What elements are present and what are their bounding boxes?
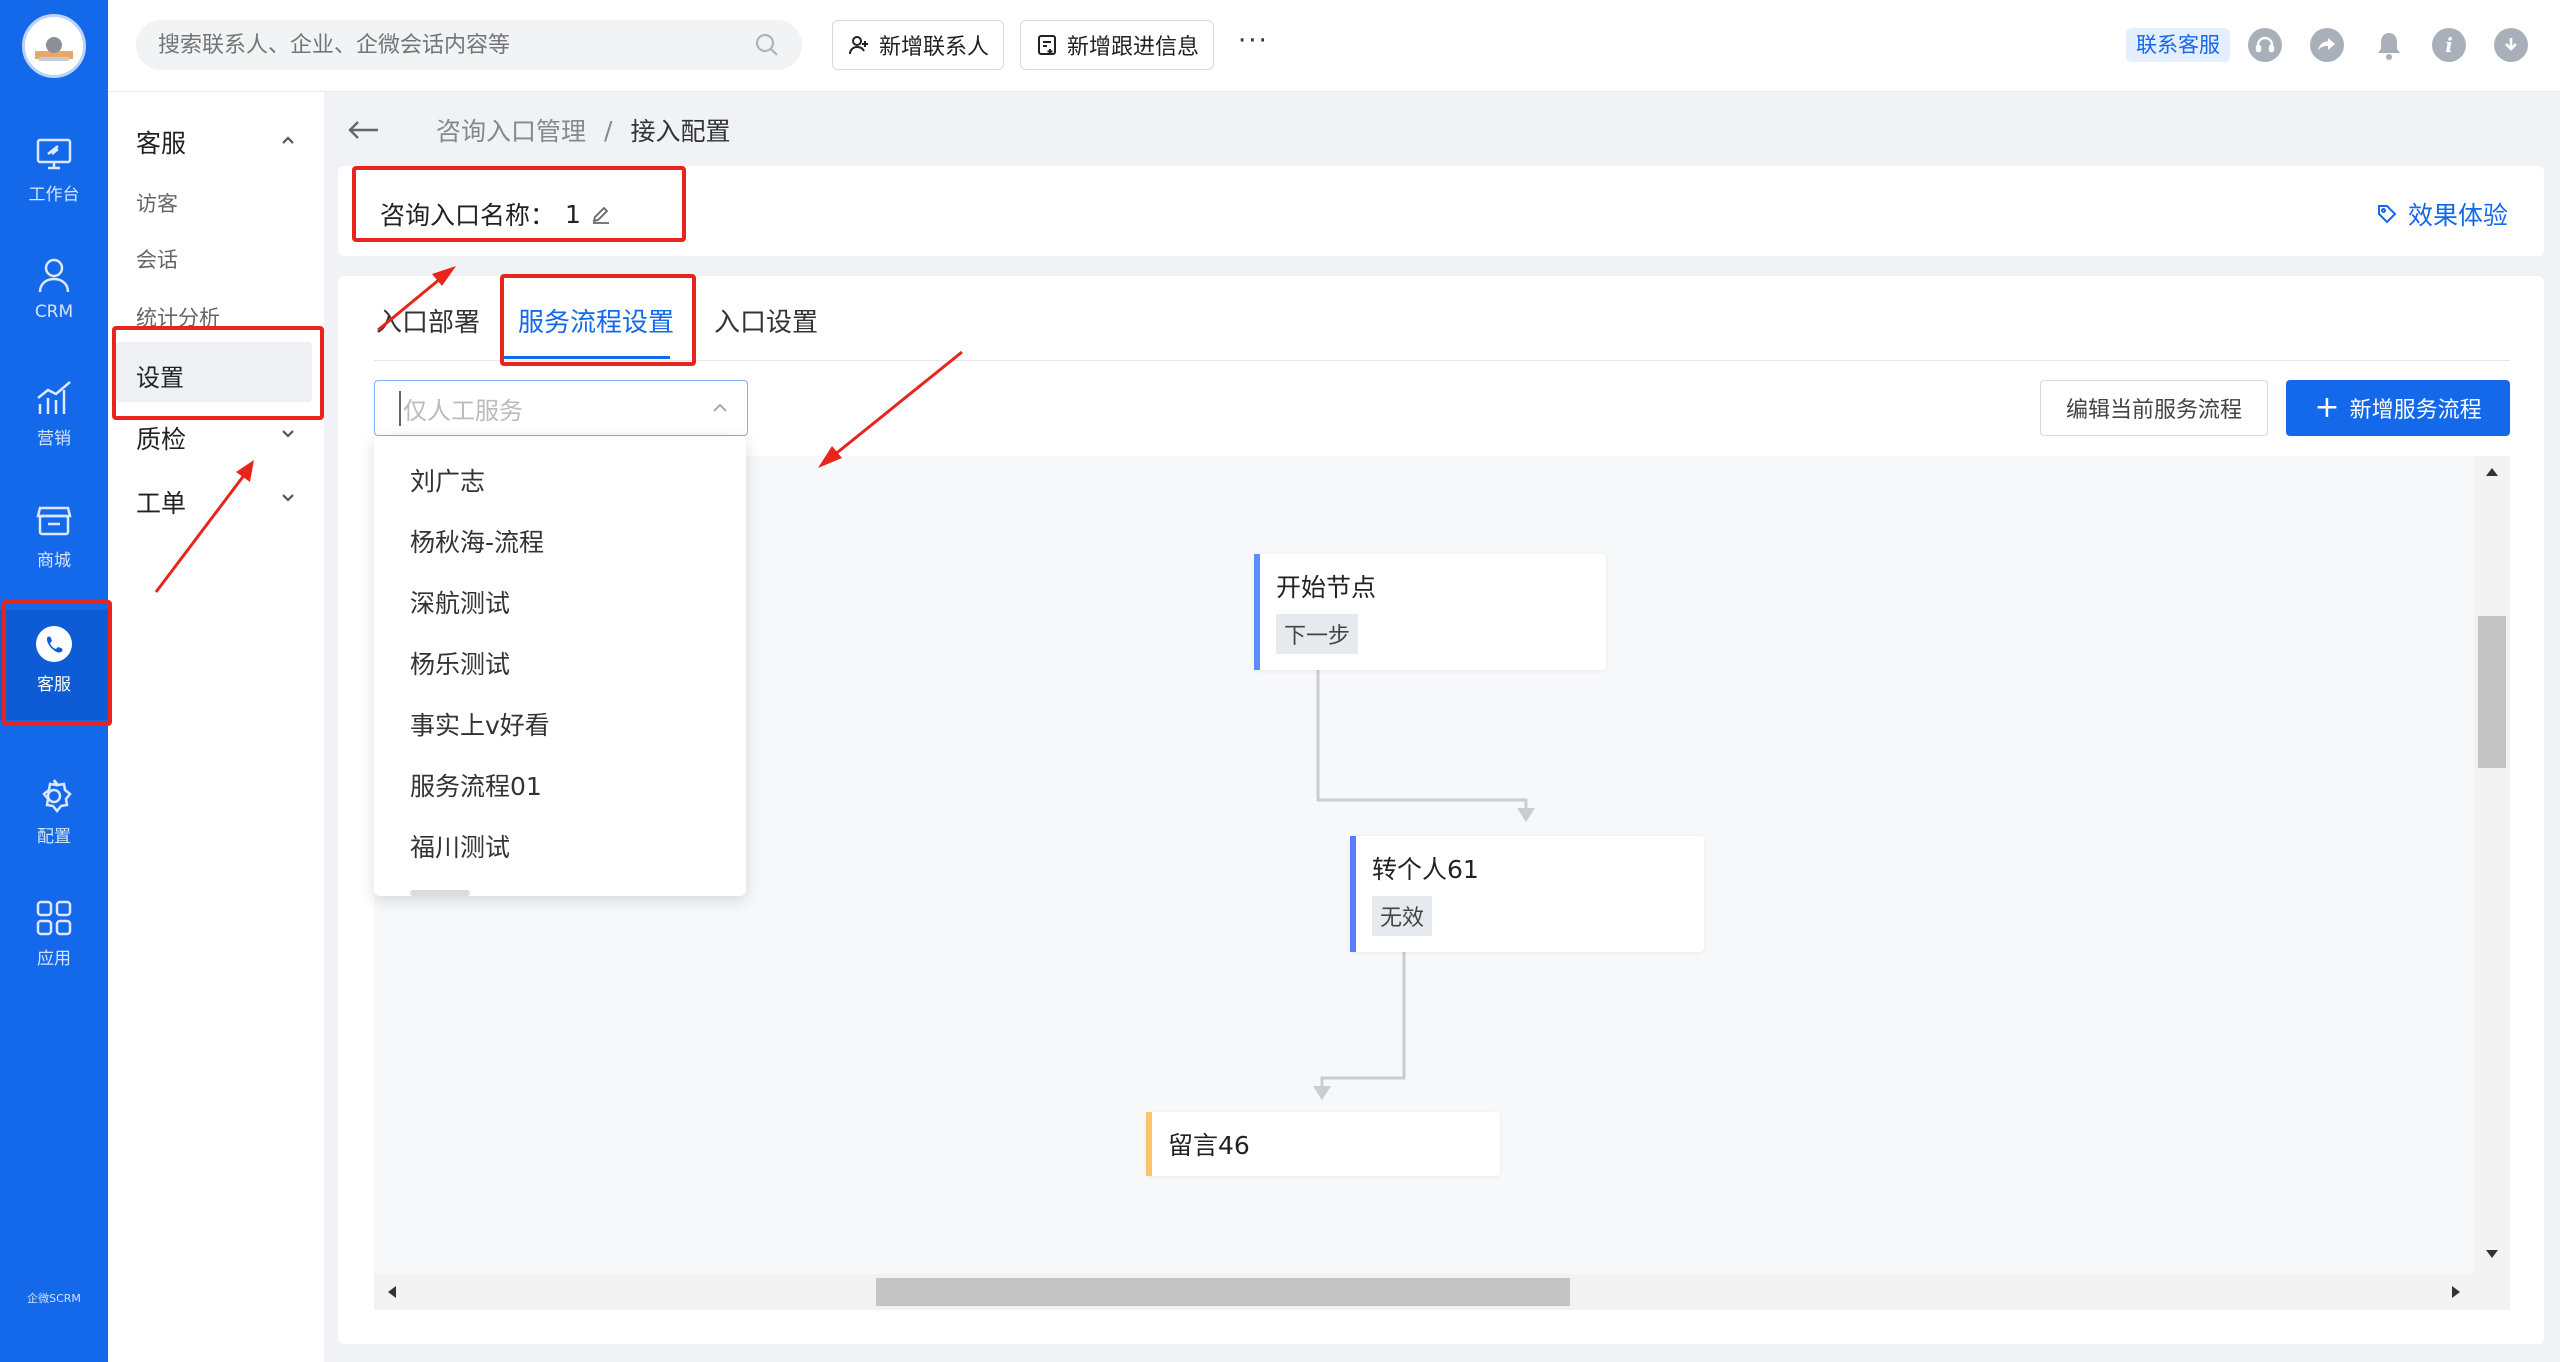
annotation-arrows (154, 266, 963, 593)
